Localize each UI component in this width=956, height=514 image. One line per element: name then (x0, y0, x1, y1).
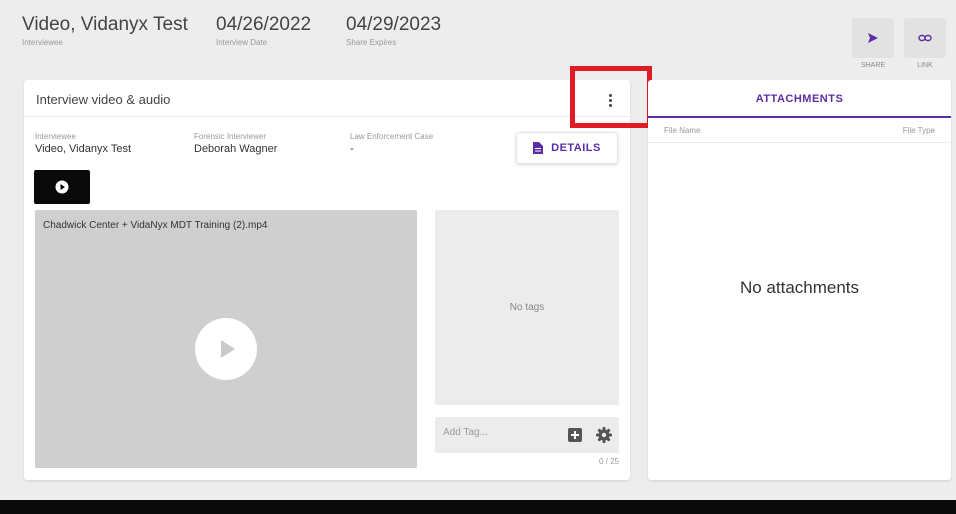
link-icon (918, 34, 932, 42)
tag-input-row (435, 417, 619, 453)
interviewee-name: Video, Vidanyx Test (22, 14, 188, 35)
document-icon (533, 142, 544, 154)
no-attachments-text: No attachments (739, 278, 860, 297)
share-expires-header: 04/29/2023 Share Expires (346, 14, 441, 47)
share-expires-value: 04/29/2023 (346, 14, 442, 35)
title-divider (24, 116, 630, 117)
interview-date-value: 04/26/2022 (216, 14, 312, 35)
interview-date-header: 04/26/2022 Interview Date (216, 14, 311, 47)
tags-panel: No tags (435, 210, 619, 405)
meta-forensic-interviewer: Forensic Interviewer Deborah Wagner (194, 132, 277, 155)
send-icon (868, 33, 878, 43)
tag-count: 0 / 25 (598, 457, 619, 466)
share-button-label: SHARE (860, 62, 886, 69)
attachments-card: ATTACHMENTS File Name File Type No attac… (648, 80, 951, 480)
column-divider (648, 142, 951, 143)
meta-interviewee-value: Video, Vidanyx Test (35, 143, 132, 155)
video-play-button[interactable] (195, 318, 257, 380)
share-button[interactable] (852, 18, 894, 58)
share-expires-label: Share Expires (346, 38, 397, 47)
meta-forensic-interviewer-label: Forensic Interviewer (194, 132, 267, 141)
link-button[interactable] (904, 18, 946, 58)
gear-icon[interactable] (595, 426, 613, 444)
more-vert-icon[interactable] (600, 90, 620, 110)
interview-video-card: Interview video & audio Interviewee Vide… (24, 80, 630, 480)
page-header: Video, Vidanyx Test Interviewee 04/26/20… (0, 0, 956, 80)
meta-law-enforcement-case: Law Enforcement Case - (350, 132, 433, 155)
interviewee-label: Interviewee (22, 38, 63, 47)
no-tags-text: No tags (509, 302, 545, 313)
details-button[interactable]: DETAILS (516, 132, 618, 164)
meta-interviewee: Interviewee Video, Vidanyx Test (35, 132, 131, 155)
tab-underline (648, 116, 951, 118)
meta-forensic-interviewer-value: Deborah Wagner (194, 143, 278, 155)
video-filename: Chadwick Center + VidaNyx MDT Training (… (43, 220, 268, 231)
meta-case-value: - (350, 143, 354, 155)
card-title: Interview video & audio (36, 92, 171, 107)
meta-case-label: Law Enforcement Case (350, 132, 434, 141)
bottom-bar (0, 500, 956, 514)
details-button-label: DETAILS (551, 142, 601, 154)
video-player[interactable]: Chadwick Center + VidaNyx MDT Training (… (35, 210, 417, 468)
tab-attachments[interactable]: ATTACHMENTS (648, 80, 951, 118)
add-box-icon[interactable] (567, 427, 583, 443)
interviewee-header: Video, Vidanyx Test Interviewee (22, 14, 188, 47)
interview-date-label: Interview Date (216, 38, 268, 47)
play-circle-icon (55, 180, 69, 194)
add-tag-input[interactable] (443, 427, 553, 438)
link-button-label: LINK (917, 62, 933, 69)
play-icon (221, 340, 235, 358)
play-button[interactable] (34, 170, 90, 204)
meta-interviewee-label: Interviewee (35, 132, 76, 141)
column-file-type: File Type (902, 126, 935, 135)
column-file-name: File Name (664, 126, 701, 135)
